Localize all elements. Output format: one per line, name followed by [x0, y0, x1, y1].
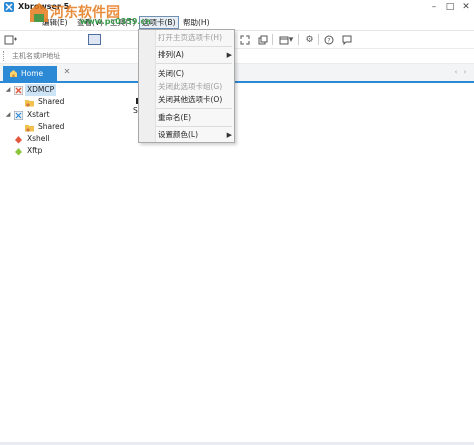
- app-logo-icon: [4, 2, 14, 12]
- help-icon[interactable]: ?: [322, 33, 335, 46]
- menu-item-rename[interactable]: 重命名(E): [156, 112, 234, 124]
- xshell-icon: [15, 136, 22, 144]
- address-grip: [3, 51, 7, 61]
- address-bar: [0, 48, 474, 64]
- tab-home-label: Home: [21, 69, 44, 78]
- title-bar: Xbrowser 5 – □ ✕: [0, 0, 474, 15]
- tree-label: Xftp: [27, 146, 43, 155]
- maximize-button[interactable]: □: [442, 0, 458, 14]
- toolbar: ▾ ⚙ ?: [0, 30, 474, 48]
- toolbar-separator: [318, 34, 319, 45]
- menu-item-label: 设置颜色(L): [158, 130, 199, 139]
- windows-icon[interactable]: [256, 33, 269, 46]
- fullscreen-icon[interactable]: [238, 33, 251, 46]
- tab-strip: Home ✕ ‹ ›: [0, 64, 474, 83]
- shared-folder-icon: [25, 100, 34, 107]
- minimize-button[interactable]: –: [426, 0, 442, 14]
- xdmcp-icon: [14, 86, 23, 95]
- toolbar-separator: [298, 34, 299, 45]
- menu-help[interactable]: 帮助(H): [181, 17, 212, 28]
- chat-icon[interactable]: [340, 33, 353, 46]
- tree-label: XDMCP: [25, 84, 57, 96]
- menu-item-label: 重命名(E): [158, 113, 192, 122]
- tabs-dropdown-menu: 打开主页选项卡(H) 排列(A) ▶ 关闭(C) 关闭此选项卡组(G) 关闭其他…: [138, 29, 235, 143]
- menu-gutter: [139, 30, 156, 142]
- menu-item-label: 排列(A): [158, 50, 184, 59]
- submenu-arrow-icon: ▶: [226, 51, 232, 59]
- menu-item-close-other-tabs[interactable]: 关闭其他选项卡(O): [156, 94, 234, 106]
- expand-caret-icon[interactable]: ◢: [4, 109, 12, 121]
- tab-close-icon[interactable]: ✕: [62, 67, 72, 77]
- tree-label: Xstart: [27, 110, 50, 119]
- shared-folder-icon: [25, 125, 34, 132]
- tab-home[interactable]: Home: [3, 66, 57, 81]
- tab-scroll-left-icon[interactable]: ‹: [452, 67, 460, 77]
- close-window-button[interactable]: ✕: [458, 0, 474, 14]
- toolbar-separator: [272, 34, 273, 45]
- menu-tools[interactable]: 工具(T): [108, 17, 137, 28]
- menu-tabs[interactable]: 选项卡(B): [139, 16, 179, 29]
- menu-separator: [156, 108, 232, 109]
- menu-item-open-home-tab[interactable]: 打开主页选项卡(H): [156, 32, 234, 44]
- menu-separator: [156, 63, 232, 64]
- menu-item-label: 关闭其他选项卡(O): [158, 95, 223, 104]
- menu-bar: 编辑(E) 查看(V) 工具(T) 选项卡(B) 帮助(H): [0, 16, 474, 29]
- new-session-icon[interactable]: [4, 34, 18, 45]
- expand-caret-icon[interactable]: ◢: [4, 84, 12, 96]
- xftp-icon: [15, 148, 22, 156]
- home-icon: [10, 70, 17, 77]
- window-controls: – □ ✕: [426, 0, 474, 14]
- toolbar-selected-button[interactable]: [88, 34, 101, 45]
- xstart-icon: [14, 111, 23, 120]
- window-title: Xbrowser 5: [18, 2, 70, 11]
- menu-view[interactable]: 查看(V): [75, 17, 105, 28]
- menu-item-set-color[interactable]: 设置颜色(L) ▶: [156, 129, 234, 141]
- gear-icon[interactable]: ⚙: [303, 33, 316, 46]
- menu-separator: [156, 126, 232, 127]
- tab-scroll-right-icon[interactable]: ›: [461, 67, 469, 77]
- menu-item-close-tab-group[interactable]: 关闭此选项卡组(G): [156, 81, 234, 93]
- menu-item-arrange[interactable]: 排列(A) ▶: [156, 49, 234, 61]
- menu-edit[interactable]: 编辑(E): [40, 17, 70, 28]
- menu-separator: [156, 46, 232, 47]
- tree-label: Xshell: [27, 134, 50, 143]
- layout-dropdown-icon[interactable]: ▾: [287, 33, 295, 46]
- menu-item-label: 关闭此选项卡组(G): [158, 82, 223, 91]
- menu-item-label: 关闭(C): [158, 69, 185, 78]
- tree-label: Shared: [38, 97, 65, 106]
- tree-label: Shared: [38, 122, 65, 131]
- menu-item-label: 打开主页选项卡(H): [158, 33, 222, 42]
- submenu-arrow-icon: ▶: [226, 131, 232, 139]
- svg-text:?: ?: [327, 37, 330, 44]
- menu-item-close[interactable]: 关闭(C): [156, 68, 234, 80]
